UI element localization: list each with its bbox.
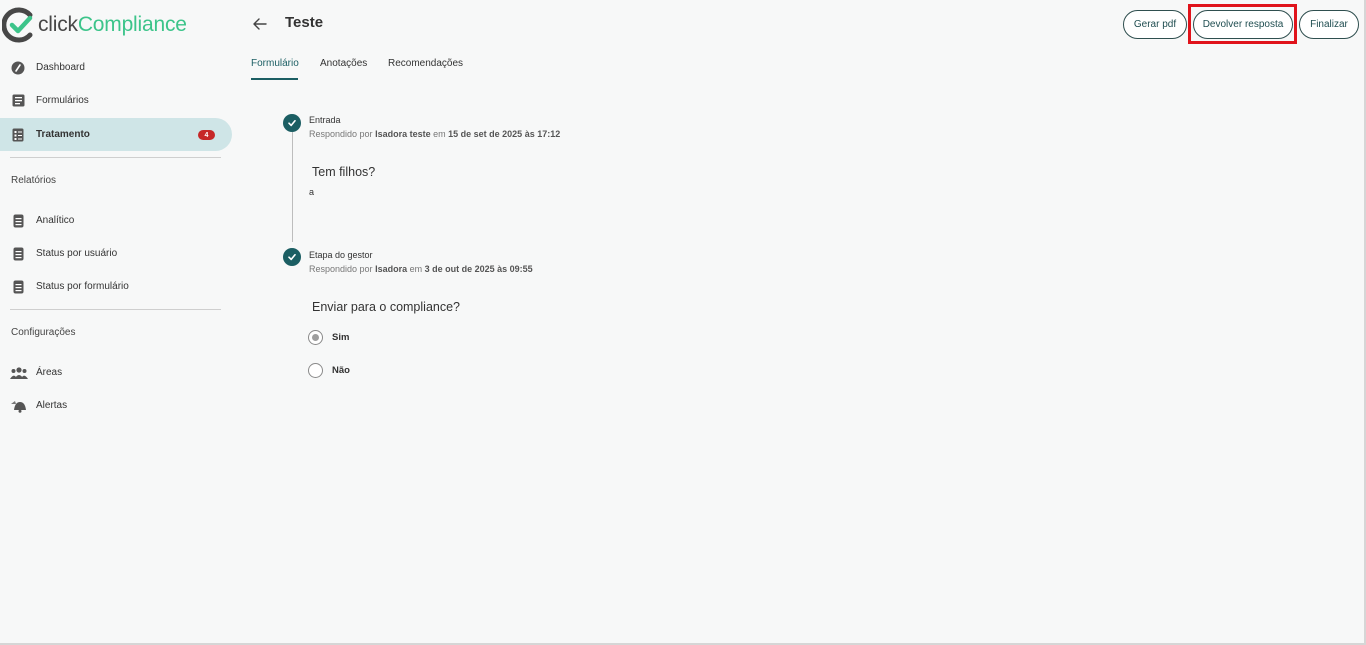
meta-prefix: Respondido por — [309, 129, 373, 139]
sidebar-item-formularios[interactable]: Formulários — [0, 84, 232, 117]
report-doc-icon — [11, 247, 25, 261]
answer-text: a — [309, 187, 315, 197]
active-tab-indicator — [251, 78, 298, 80]
radio-selected-dot — [312, 334, 319, 341]
check-c-logo-icon — [1, 7, 36, 43]
checklist-icon — [11, 128, 25, 142]
page-title: Teste — [285, 14, 324, 31]
finish-button[interactable]: Finalizar — [1299, 10, 1359, 39]
radio-button[interactable] — [308, 363, 323, 378]
step-title: Etapa do gestor — [309, 250, 373, 260]
tab-formulario[interactable]: Formulário — [251, 58, 299, 69]
report-doc-icon — [11, 280, 25, 294]
radio-label: Não — [332, 365, 350, 376]
meta-mid: em — [409, 264, 423, 274]
dashboard-gauge-icon — [11, 61, 25, 75]
sidebar-item-label: Formulários — [36, 95, 89, 106]
sidebar-item-tratamento[interactable]: Tratamento 4 — [0, 118, 232, 151]
meta-mid: em — [433, 129, 446, 139]
step-complete-check-icon — [283, 248, 301, 266]
meta-prefix: Respondido por — [309, 264, 373, 274]
sidebar-item-label: Áreas — [36, 367, 63, 378]
sidebar: clickCompliance Dashboard Formulários Tr… — [0, 0, 240, 645]
question-text: Enviar para o compliance? — [312, 300, 460, 314]
section-label-configuracoes: Configurações — [11, 327, 76, 338]
brand-name: clickCompliance — [38, 13, 187, 37]
people-group-icon — [10, 366, 28, 380]
arrow-left-icon[interactable] — [252, 15, 268, 33]
brand-logo[interactable]: clickCompliance — [1, 6, 187, 44]
sidebar-item-dashboard[interactable]: Dashboard — [0, 51, 232, 84]
bell-icon — [10, 399, 28, 413]
tab-anotacoes[interactable]: Anotações — [320, 58, 367, 69]
tab-recomendacoes[interactable]: Recomendações — [388, 58, 463, 69]
step-meta: Respondido por Isadora teste em 15 de se… — [309, 129, 560, 139]
meta-date: 15 de set de 2025 às 17:12 — [448, 129, 561, 139]
radio-option-nao[interactable]: Não — [308, 363, 350, 378]
sidebar-item-alertas[interactable]: Alertas — [0, 389, 232, 422]
sidebar-item-label: Alertas — [36, 400, 68, 411]
sidebar-item-label: Dashboard — [36, 62, 85, 73]
generate-pdf-button[interactable]: Gerar pdf — [1123, 10, 1187, 39]
sidebar-item-label: Tratamento — [36, 129, 90, 140]
report-doc-icon — [11, 214, 25, 228]
sidebar-item-label: Status por usuário — [36, 248, 118, 259]
radio-option-sim[interactable]: Sim — [308, 330, 349, 345]
sidebar-item-status-usuario[interactable]: Status por usuário — [0, 237, 232, 270]
highlight-box — [1188, 4, 1297, 44]
brand-word-click: click — [38, 13, 78, 36]
sidebar-divider — [10, 309, 221, 310]
step-complete-check-icon — [283, 114, 301, 132]
timeline-connector — [292, 132, 293, 242]
form-list-icon — [11, 94, 25, 108]
meta-user: Isadora teste — [375, 129, 431, 139]
meta-user: Isadora — [375, 264, 408, 274]
count-badge: 4 — [198, 130, 215, 140]
sidebar-item-areas[interactable]: Áreas — [0, 356, 232, 389]
meta-date: 3 de out de 2025 às 09:55 — [424, 264, 533, 274]
brand-word-compliance: Compliance — [77, 13, 187, 36]
step-title: Entrada — [309, 115, 341, 125]
radio-label: Sim — [332, 332, 350, 343]
sidebar-item-status-formulario[interactable]: Status por formulário — [0, 270, 232, 303]
step-meta: Respondido por Isadora em 3 de out de 20… — [309, 264, 533, 274]
question-text: Tem filhos? — [312, 165, 376, 179]
sidebar-divider — [10, 157, 221, 158]
sidebar-item-analitico[interactable]: Analítico — [0, 204, 232, 237]
section-label-relatorios: Relatórios — [11, 175, 57, 186]
sidebar-item-label: Analítico — [36, 215, 75, 226]
radio-button[interactable] — [308, 330, 323, 345]
sidebar-item-label: Status por formulário — [36, 281, 129, 292]
